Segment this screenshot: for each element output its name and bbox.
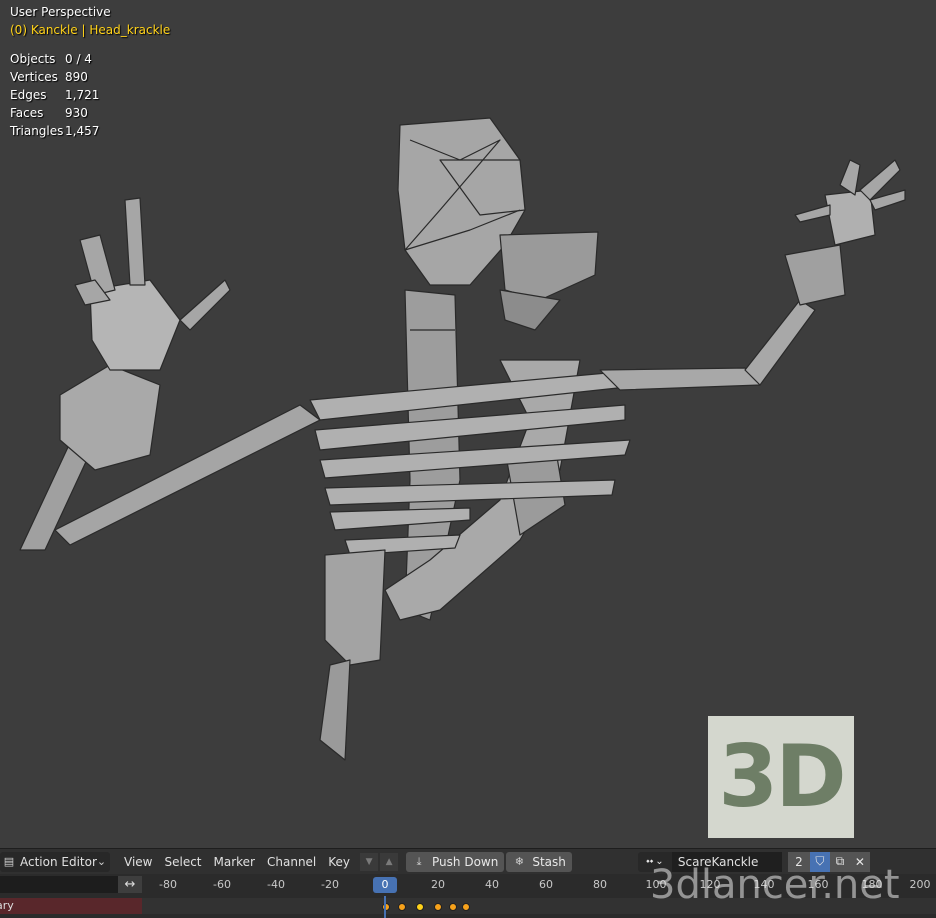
stat-row: Vertices 890 [10,68,99,86]
fake-user-button[interactable]: ⛉ [809,851,830,872]
action-users-count[interactable]: 2 [787,851,810,872]
stat-value: 930 [65,106,88,120]
frame-tick: 80 [593,878,607,891]
keyframe[interactable] [398,903,406,911]
stash-button[interactable]: ❄ Stash [506,851,572,872]
summary-label: ary [0,899,14,912]
users-count-label: 2 [795,854,803,869]
stat-row: Triangles 1,457 [10,122,99,140]
editor-type-dropdown[interactable]: ▤ Action Editor ⌄ [0,851,110,872]
close-icon: ✕ [854,854,865,869]
keyframe-row[interactable] [142,898,936,914]
push-down-icon: ⤓ [416,854,422,868]
editor-type-label: Action Editor [20,854,97,869]
frame-tick: 20 [431,878,445,891]
keyframe-down-icon[interactable]: ▼ [360,852,379,871]
menu-channel[interactable]: Channel [261,852,322,872]
stash-label: Stash [532,854,566,869]
keyframe[interactable] [449,903,457,911]
keyframe-up-icon[interactable]: ▲ [380,852,399,871]
action-name-field[interactable]: ScareKanckle [671,851,782,872]
frame-tick: 60 [539,878,553,891]
channel-region[interactable]: ary [0,896,936,918]
playhead[interactable] [384,896,386,918]
fake-user-shield-icon: ⛉ [815,854,825,868]
stat-value: 1,721 [65,88,100,102]
stat-label: Objects [10,52,56,66]
stat-row: Faces 930 [10,104,99,122]
stat-value: 890 [65,70,88,84]
unlink-action-button[interactable]: ✕ [849,851,870,872]
scene-statistics: Objects 0 / 4 Vertices 890 Edges 1,721 Face… [10,50,99,140]
new-action-button[interactable]: ⧉ [829,851,850,872]
keyframe[interactable] [434,903,442,911]
frame-tick: -80 [159,878,177,891]
frame-ruler[interactable]: ↔ -80 -60 -40 -20 0 20 40 60 80 100 120 … [0,874,936,896]
keyframe[interactable] [462,903,470,911]
browse-action-icon: ⬩⬩ [646,856,654,867]
frame-tick: 140 [753,878,775,891]
menu-select[interactable]: Select [158,852,207,872]
stat-row: Edges 1,721 [10,86,99,104]
keyframe[interactable] [416,903,424,911]
chevron-down-icon: ⌄ [655,856,664,867]
frame-tick: 200 [909,878,931,891]
stat-value: 1,457 [65,124,100,138]
stat-value: 0 / 4 [65,52,92,66]
stat-label: Faces [10,106,44,120]
frame-tick: -60 [213,878,231,891]
chevron-down-icon: ⌄ [96,855,107,868]
current-frame-indicator[interactable]: 0 [373,877,397,893]
menu-key[interactable]: Key [322,852,356,872]
view-name-label: User Perspective [10,5,111,19]
browse-action-button[interactable]: ⬩⬩ ⌄ [637,851,672,872]
watermark-badge: 3D [708,716,854,838]
3d-viewport[interactable]: User Perspective (0) Kanckle | Head_krac… [0,0,936,848]
dopesheet-icon: ▤ [3,855,15,868]
frame-tick: 100 [645,878,667,891]
stash-icon: ❄ [514,855,524,868]
duplicate-icon: ⧉ [835,854,845,868]
menu-marker[interactable]: Marker [208,852,261,872]
frame-tick: -20 [321,878,339,891]
frame-tick: -40 [267,878,285,891]
swap-arrows-icon: ↔ [124,877,136,892]
stat-row: Objects 0 / 4 [10,50,99,68]
action-name: ScareKanckle [677,854,759,869]
menu-view[interactable]: View [118,852,158,872]
watermark-badge-text: 3D [718,727,846,827]
summary-channel[interactable]: ary [0,898,142,914]
frame-tick: 160 [807,878,829,891]
active-object-label: (0) Kanckle | Head_krackle [10,23,171,37]
frame-tick: 40 [485,878,499,891]
stat-label: Triangles [10,124,64,138]
push-down-button[interactable]: ⤓ Push Down [406,851,505,872]
stat-label: Edges [10,88,47,102]
frame-tick: 180 [861,878,883,891]
stat-label: Vertices [10,70,58,84]
action-editor-header: ▤ Action Editor ⌄ View Select Marker Cha… [0,848,936,874]
frame-tick: 120 [699,878,721,891]
swap-button[interactable]: ↔ [118,876,142,893]
push-down-label: Push Down [432,854,499,869]
channel-search-input[interactable] [0,876,118,893]
